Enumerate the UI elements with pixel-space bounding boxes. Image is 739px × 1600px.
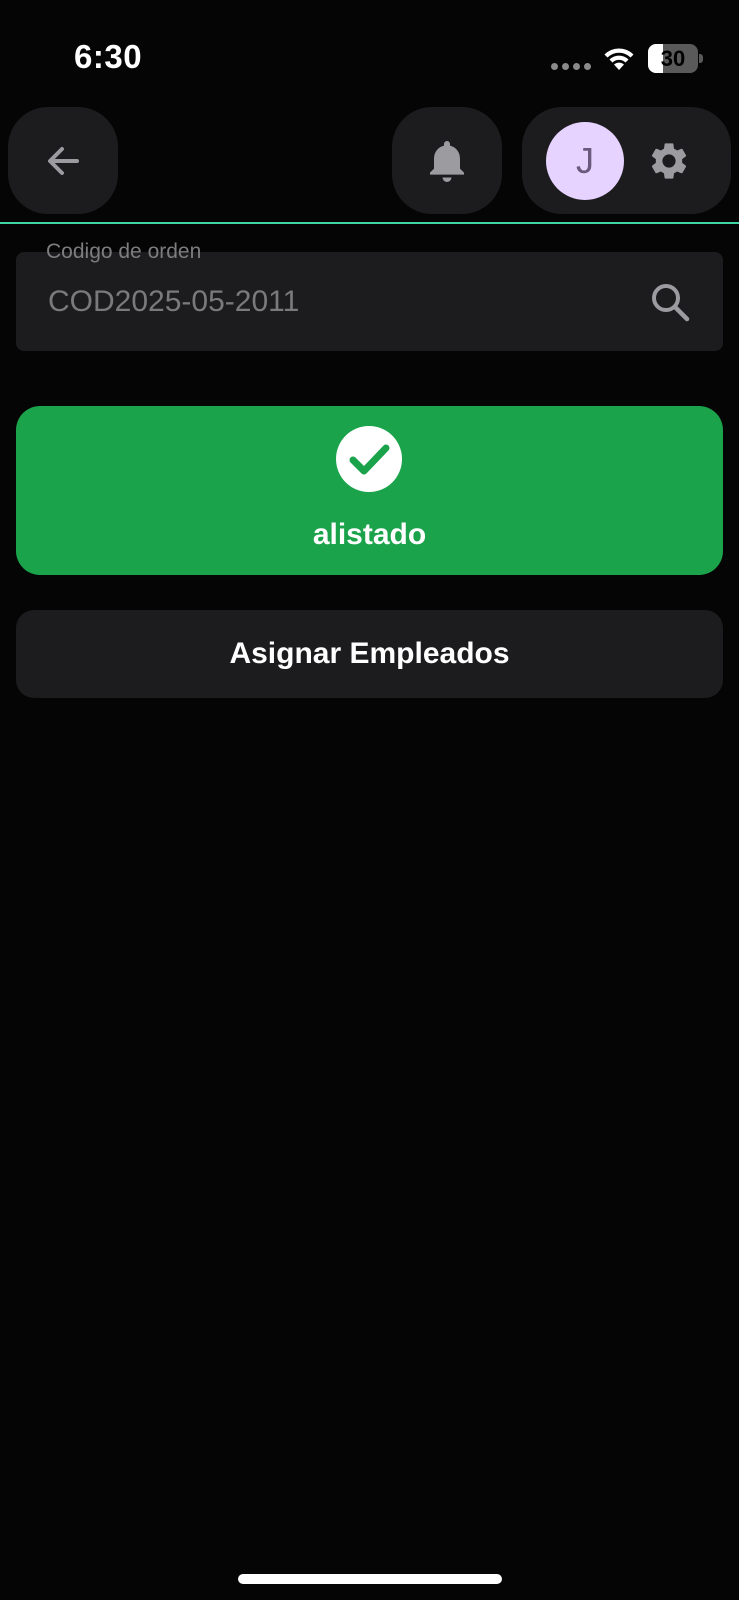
- profile-group: J: [522, 107, 731, 214]
- settings-button[interactable]: [644, 136, 694, 186]
- home-indicator[interactable]: [238, 1574, 502, 1584]
- order-code-field: [16, 252, 723, 351]
- status-time: 6:30: [74, 38, 143, 75]
- header-divider: [0, 222, 739, 224]
- assign-employees-button[interactable]: Asignar Empleados: [16, 610, 723, 698]
- cellular-signal-icon: [551, 63, 591, 70]
- notifications-button[interactable]: [392, 107, 502, 214]
- arrow-left-icon: [48, 146, 79, 175]
- gear-icon: [651, 143, 687, 179]
- order-code-label: Codigo de orden: [46, 240, 202, 263]
- check-circle-icon: [336, 426, 402, 492]
- wifi-icon: [604, 48, 634, 70]
- status-label: alistado: [312, 518, 427, 551]
- avatar[interactable]: J: [546, 122, 624, 200]
- search-icon[interactable]: [647, 279, 693, 325]
- order-code-input[interactable]: [48, 280, 628, 324]
- battery-level: 30: [660, 46, 686, 71]
- back-button[interactable]: [8, 107, 118, 214]
- bell-icon: [430, 140, 464, 182]
- battery-indicator: 30: [648, 44, 703, 73]
- status-bar: 6:30 30: [0, 0, 739, 110]
- status-card[interactable]: alistado: [16, 406, 723, 575]
